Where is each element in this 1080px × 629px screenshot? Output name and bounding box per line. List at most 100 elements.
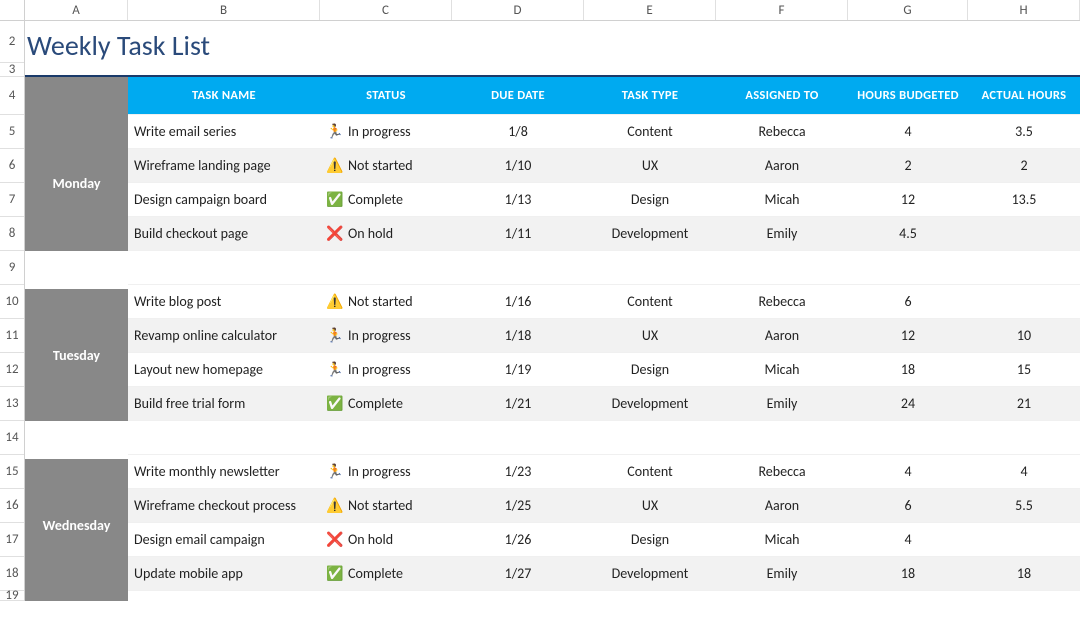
task-type-cell[interactable]: Content (584, 455, 716, 489)
task-type-cell[interactable]: Design (584, 353, 716, 387)
task-actual-cell[interactable]: 13.5 (968, 183, 1080, 217)
task-type-cell[interactable]: Design (584, 183, 716, 217)
task-type-cell[interactable]: Design (584, 523, 716, 557)
task-due-cell[interactable]: 1/10 (452, 149, 584, 183)
task-due-cell[interactable]: 1/18 (452, 319, 584, 353)
row-header-8[interactable]: 8 (0, 217, 24, 251)
task-type-cell[interactable]: Development (584, 557, 716, 591)
blank-cell[interactable] (848, 421, 968, 455)
blank-cell[interactable] (584, 591, 716, 601)
row-header-9[interactable]: 9 (0, 251, 24, 285)
row-header-6[interactable]: 6 (0, 149, 24, 183)
task-assigned-cell[interactable]: Emily (716, 557, 848, 591)
col-header-hours_budgeted[interactable]: HOURS BUDGETED (848, 77, 968, 115)
task-name-cell[interactable]: Update mobile app (128, 557, 320, 591)
task-due-cell[interactable]: 1/8 (452, 115, 584, 149)
task-budget-cell[interactable]: 12 (848, 183, 968, 217)
blank-cell[interactable] (584, 251, 716, 285)
blank-cell[interactable] (968, 251, 1080, 285)
task-budget-cell[interactable]: 6 (848, 285, 968, 319)
row-header-16[interactable]: 16 (0, 489, 24, 523)
task-budget-cell[interactable]: 12 (848, 319, 968, 353)
day-label-tuesday[interactable]: Tuesday (25, 285, 128, 421)
blank-cell[interactable] (716, 591, 848, 601)
blank-cell[interactable] (968, 421, 1080, 455)
task-budget-cell[interactable]: 18 (848, 557, 968, 591)
row-header-10[interactable]: 10 (0, 285, 24, 319)
task-assigned-cell[interactable]: Emily (716, 217, 848, 251)
task-due-cell[interactable]: 1/26 (452, 523, 584, 557)
task-status-cell[interactable]: ❌On hold (320, 217, 452, 251)
task-budget-cell[interactable]: 4 (848, 523, 968, 557)
task-assigned-cell[interactable]: Rebecca (716, 115, 848, 149)
task-name-cell[interactable]: Write monthly newsletter (128, 455, 320, 489)
task-actual-cell[interactable]: 21 (968, 387, 1080, 421)
blank-cell[interactable] (716, 421, 848, 455)
row-header-19[interactable]: 19 (0, 591, 24, 601)
task-budget-cell[interactable]: 2 (848, 149, 968, 183)
row-header-15[interactable]: 15 (0, 455, 24, 489)
col-header-D[interactable]: D (452, 0, 584, 20)
col-header-H[interactable]: H (968, 0, 1080, 20)
row-header-2[interactable]: 2 (0, 21, 24, 63)
task-due-cell[interactable]: 1/19 (452, 353, 584, 387)
col-header-E[interactable]: E (584, 0, 716, 20)
blank-cell[interactable] (968, 591, 1080, 601)
row-header-12[interactable]: 12 (0, 353, 24, 387)
task-status-cell[interactable]: 🏃In progress (320, 353, 452, 387)
task-assigned-cell[interactable]: Micah (716, 523, 848, 557)
task-type-cell[interactable]: Development (584, 217, 716, 251)
task-name-cell[interactable]: Write email series (128, 115, 320, 149)
task-name-cell[interactable]: Layout new homepage (128, 353, 320, 387)
task-due-cell[interactable]: 1/21 (452, 387, 584, 421)
col-header-C[interactable]: C (320, 0, 452, 20)
col-header-F[interactable]: F (716, 0, 848, 20)
task-status-cell[interactable]: ⚠️Not started (320, 489, 452, 523)
col-header-G[interactable]: G (848, 0, 968, 20)
task-assigned-cell[interactable]: Micah (716, 353, 848, 387)
task-due-cell[interactable]: 1/23 (452, 455, 584, 489)
day-label-wednesday[interactable]: Wednesday (25, 455, 128, 591)
task-status-cell[interactable]: 🏃In progress (320, 115, 452, 149)
col-header-due_date[interactable]: DUE DATE (452, 77, 584, 115)
task-due-cell[interactable]: 1/13 (452, 183, 584, 217)
task-budget-cell[interactable]: 4.5 (848, 217, 968, 251)
task-actual-cell[interactable]: 4 (968, 455, 1080, 489)
task-actual-cell[interactable]: 3.5 (968, 115, 1080, 149)
task-assigned-cell[interactable]: Micah (716, 183, 848, 217)
day-label-monday[interactable]: Monday (25, 115, 128, 251)
task-assigned-cell[interactable]: Rebecca (716, 285, 848, 319)
blank-cell[interactable] (452, 421, 584, 455)
task-actual-cell[interactable]: 18 (968, 557, 1080, 591)
blank-cell[interactable] (128, 251, 320, 285)
blank-cell[interactable] (128, 421, 320, 455)
col-header-status[interactable]: STATUS (320, 77, 452, 115)
task-assigned-cell[interactable]: Emily (716, 387, 848, 421)
row-header-3[interactable]: 3 (0, 63, 24, 77)
task-name-cell[interactable]: Build checkout page (128, 217, 320, 251)
blank-cell[interactable] (320, 591, 452, 601)
task-type-cell[interactable]: Development (584, 387, 716, 421)
task-status-cell[interactable]: ✅Complete (320, 183, 452, 217)
corner-box[interactable] (0, 0, 25, 20)
blank-cell[interactable] (584, 421, 716, 455)
col-header-task_name[interactable]: TASK NAME (128, 77, 320, 115)
task-name-cell[interactable]: Wireframe landing page (128, 149, 320, 183)
task-name-cell[interactable]: Design email campaign (128, 523, 320, 557)
row-header-5[interactable]: 5 (0, 115, 24, 149)
blank-cell[interactable] (452, 591, 584, 601)
task-status-cell[interactable]: 🏃In progress (320, 455, 452, 489)
blank-cell[interactable] (452, 251, 584, 285)
task-name-cell[interactable]: Build free trial form (128, 387, 320, 421)
blank-cell[interactable] (128, 591, 320, 601)
task-assigned-cell[interactable]: Aaron (716, 489, 848, 523)
task-actual-cell[interactable]: 2 (968, 149, 1080, 183)
task-status-cell[interactable]: 🏃In progress (320, 319, 452, 353)
task-actual-cell[interactable] (968, 217, 1080, 251)
task-budget-cell[interactable]: 4 (848, 455, 968, 489)
task-name-cell[interactable]: Write blog post (128, 285, 320, 319)
blank-cell[interactable] (320, 421, 452, 455)
task-due-cell[interactable]: 1/11 (452, 217, 584, 251)
task-actual-cell[interactable] (968, 285, 1080, 319)
task-type-cell[interactable]: Content (584, 285, 716, 319)
